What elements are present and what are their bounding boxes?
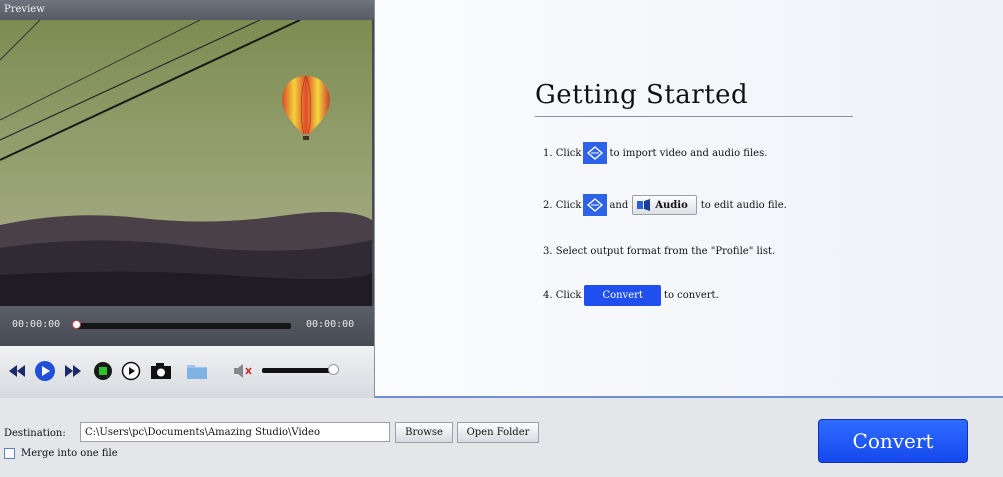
next-frame-icon[interactable] <box>120 360 142 382</box>
step-3: 3. Select output format from the "Profil… <box>543 246 775 257</box>
step-2-and: and <box>609 199 629 211</box>
step-2: 2. Click and Audio to edit audio file. <box>543 194 787 216</box>
page-title: Getting Started <box>535 80 749 110</box>
merge-label: Merge into one file <box>21 448 118 459</box>
convert-button-sample: Convert <box>584 285 661 306</box>
player-controls <box>0 346 374 398</box>
snapshot-icon[interactable] <box>150 360 172 382</box>
total-time: 00:00:00 <box>306 319 355 330</box>
step-2-text: to edit audio file. <box>700 199 787 211</box>
add-file-icon <box>583 194 608 216</box>
merge-checkbox[interactable] <box>4 448 15 459</box>
destination-input[interactable] <box>80 422 390 442</box>
audio-icon <box>637 199 651 211</box>
fast-forward-icon[interactable] <box>62 360 84 382</box>
video-image <box>0 20 372 306</box>
title-divider <box>535 116 853 117</box>
convert-button[interactable]: Convert <box>818 419 968 463</box>
step-4-prefix: 4. Click <box>543 290 582 301</box>
merge-option[interactable]: Merge into one file <box>4 448 118 459</box>
seek-handle[interactable] <box>72 320 81 329</box>
step-4-text: to convert. <box>663 290 719 301</box>
step-1-text: to import video and audio files. <box>609 147 768 159</box>
video-frame <box>0 20 372 306</box>
step-3-text: 3. Select output format from the "Profil… <box>543 246 776 257</box>
volume-slider[interactable] <box>262 368 332 373</box>
seek-track[interactable] <box>76 323 291 329</box>
getting-started-panel: Getting Started 1. Click to import video… <box>375 0 1003 398</box>
audio-button-label: Audio <box>655 199 688 211</box>
step-2-prefix: 2. Click <box>543 199 582 211</box>
open-folder-button[interactable]: Open Folder <box>457 422 539 443</box>
step-1-prefix: 1. Click <box>543 147 582 159</box>
preview-title: Preview <box>0 0 374 20</box>
step-1: 1. Click to import video and audio files… <box>543 142 767 164</box>
timeline-bar: 00:00:00 00:00:00 <box>0 306 374 346</box>
folder-icon[interactable] <box>186 360 208 382</box>
preview-panel: Preview 00:00:00 00:00:00 <box>0 0 375 398</box>
output-bar: Destination: Browse Open Folder Merge in… <box>0 398 1003 477</box>
stop-icon[interactable] <box>92 360 114 382</box>
volume-handle[interactable] <box>328 364 339 375</box>
destination-label: Destination: <box>4 428 66 439</box>
volume-icon[interactable] <box>232 360 254 382</box>
play-icon[interactable] <box>34 360 56 382</box>
current-time: 00:00:00 <box>12 319 61 330</box>
add-file-icon <box>583 142 608 164</box>
rewind-icon[interactable] <box>6 360 28 382</box>
audio-button-sample: Audio <box>632 195 697 215</box>
step-4: 4. Click Convert to convert. <box>543 285 719 306</box>
browse-button[interactable]: Browse <box>395 422 453 443</box>
